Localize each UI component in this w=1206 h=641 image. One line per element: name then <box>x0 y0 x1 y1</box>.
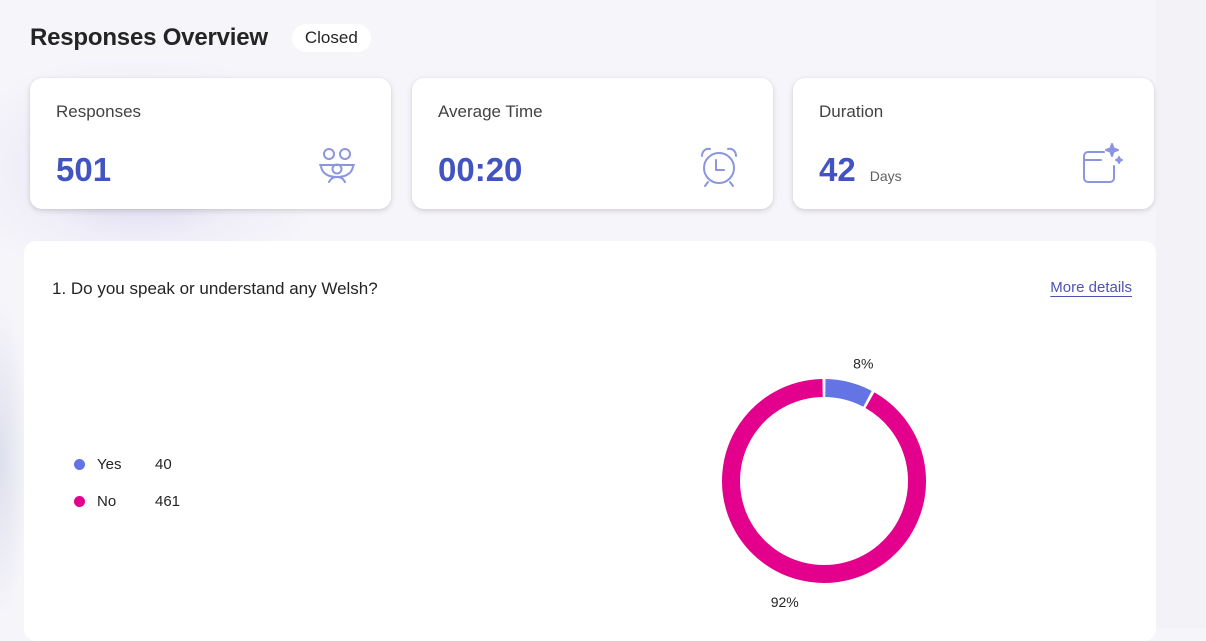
people-group-icon <box>311 140 363 192</box>
card-value: 00:20 <box>438 150 522 190</box>
donut-slice-no[interactable] <box>722 379 926 583</box>
duration-unit: Days <box>869 168 902 184</box>
donut-slice-yes[interactable] <box>824 379 872 407</box>
card-value: 501 <box>56 150 111 190</box>
average-time-card: Average Time 00:20 <box>412 78 773 209</box>
responses-count: 501 <box>56 151 112 188</box>
page-header: Responses Overview Closed <box>30 24 371 52</box>
slice-label-no: 92% <box>771 594 799 610</box>
alarm-clock-icon <box>693 140 745 192</box>
slice-label-yes: 8% <box>853 356 873 372</box>
donut-chart: 8% 92% <box>722 356 926 610</box>
calendar-sparkle-icon <box>1074 140 1126 192</box>
responses-card: Responses 501 <box>30 78 391 209</box>
duration-value: 42 <box>819 151 856 188</box>
duration-card: Duration 42 Days <box>793 78 1154 209</box>
card-label: Responses <box>56 102 142 121</box>
card-label: Duration <box>819 102 884 121</box>
page-title: Responses Overview <box>30 24 268 51</box>
card-value: 42 Days <box>819 150 902 196</box>
card-label: Average Time <box>438 102 543 121</box>
question-panel: 1. Do you speak or understand any Welsh?… <box>24 241 1156 641</box>
status-badge: Closed <box>291 24 371 52</box>
average-time-value: 00:20 <box>438 151 523 188</box>
background-right-strip <box>1156 0 1206 628</box>
